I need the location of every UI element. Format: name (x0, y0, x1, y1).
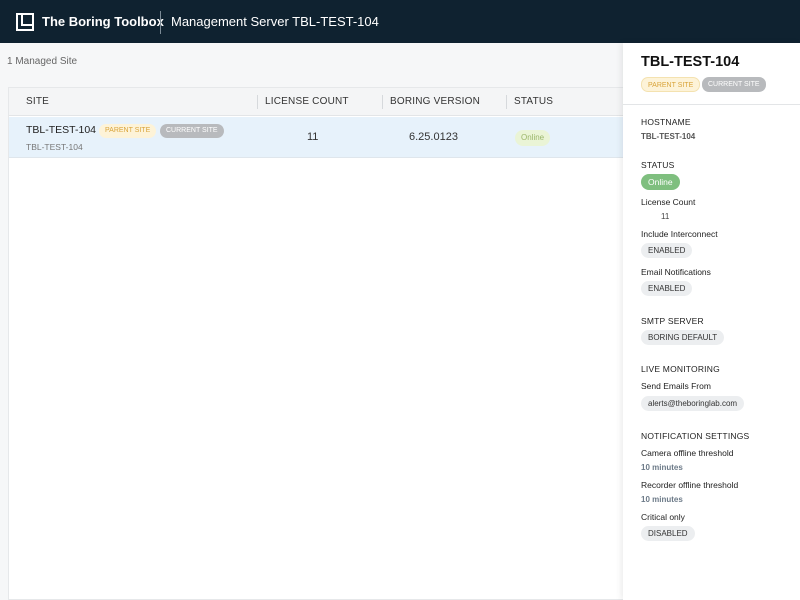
sites-table: SITE LICENSE COUNT BORING VERSION STATUS… (8, 87, 624, 600)
column-separator (506, 95, 507, 109)
column-header-boring-version[interactable]: BORING VERSION (390, 96, 480, 107)
status-badge: Online (515, 130, 551, 146)
current-site-badge: CURRENT SITE (702, 77, 766, 92)
email-notifications-label: Email Notifications (641, 267, 711, 277)
camera-offline-threshold-label: Camera offline threshold (641, 448, 734, 458)
license-count-cell: 11 (307, 131, 319, 143)
send-emails-from-value: alerts@theboringlab.com (641, 396, 745, 411)
license-count-value: 11 (661, 212, 670, 221)
site-detail-panel: TBL-TEST-104 PARENT SITE CURRENT SITE HO… (623, 43, 800, 600)
current-site-badge: CURRENT SITE (160, 124, 224, 138)
status-online-badge: Online (641, 174, 680, 190)
table-header: SITE LICENSE COUNT BORING VERSION STATUS (9, 88, 624, 116)
topbar-divider (160, 11, 161, 34)
critical-only-label: Critical only (641, 512, 685, 522)
main-content: 1 Managed Site SITE LICENSE COUNT BORING… (0, 43, 624, 600)
recorder-offline-threshold-value: 10 minutes (641, 495, 683, 504)
parent-site-badge: PARENT SITE (99, 124, 157, 138)
live-monitoring-label: LIVE MONITORING (641, 364, 720, 374)
critical-only-value: DISABLED (641, 526, 695, 541)
include-interconnect-value: ENABLED (641, 243, 693, 258)
status-label: STATUS (641, 160, 675, 170)
top-bar: The Boring Toolbox Management Server TBL… (0, 0, 800, 43)
smtp-server-label: SMTP SERVER (641, 316, 704, 326)
smtp-server-value: BORING DEFAULT (641, 330, 725, 345)
panel-title: TBL-TEST-104 (641, 54, 740, 70)
include-interconnect-label: Include Interconnect (641, 229, 718, 239)
boring-version-cell: 6.25.0123 (409, 131, 458, 143)
email-notifications-value: ENABLED (641, 281, 693, 296)
site-name: TBL-TEST-104 (26, 124, 97, 136)
hostname-value: TBL-TEST-104 (641, 132, 696, 141)
license-count-label: License Count (641, 197, 696, 207)
recorder-offline-threshold-label: Recorder offline threshold (641, 480, 739, 490)
panel-divider (623, 104, 800, 105)
column-header-site[interactable]: SITE (26, 96, 49, 107)
site-count: 1 Managed Site (7, 56, 78, 67)
page-title: Management Server TBL-TEST-104 (171, 14, 379, 29)
parent-site-badge: PARENT SITE (641, 77, 701, 92)
table-row[interactable]: TBL-TEST-104 PARENT SITE CURRENT SITE TB… (9, 117, 624, 158)
send-emails-from-label: Send Emails From (641, 381, 711, 391)
hostname-label: HOSTNAME (641, 117, 691, 127)
site-hostname: TBL-TEST-104 (26, 142, 83, 152)
logo-icon[interactable] (16, 13, 34, 31)
column-separator (382, 95, 383, 109)
brand-name[interactable]: The Boring Toolbox (42, 14, 164, 29)
notification-settings-label: NOTIFICATION SETTINGS (641, 431, 750, 441)
camera-offline-threshold-value: 10 minutes (641, 463, 683, 472)
column-separator (257, 95, 258, 109)
column-header-status[interactable]: STATUS (514, 96, 553, 107)
column-header-license-count[interactable]: LICENSE COUNT (265, 96, 349, 107)
